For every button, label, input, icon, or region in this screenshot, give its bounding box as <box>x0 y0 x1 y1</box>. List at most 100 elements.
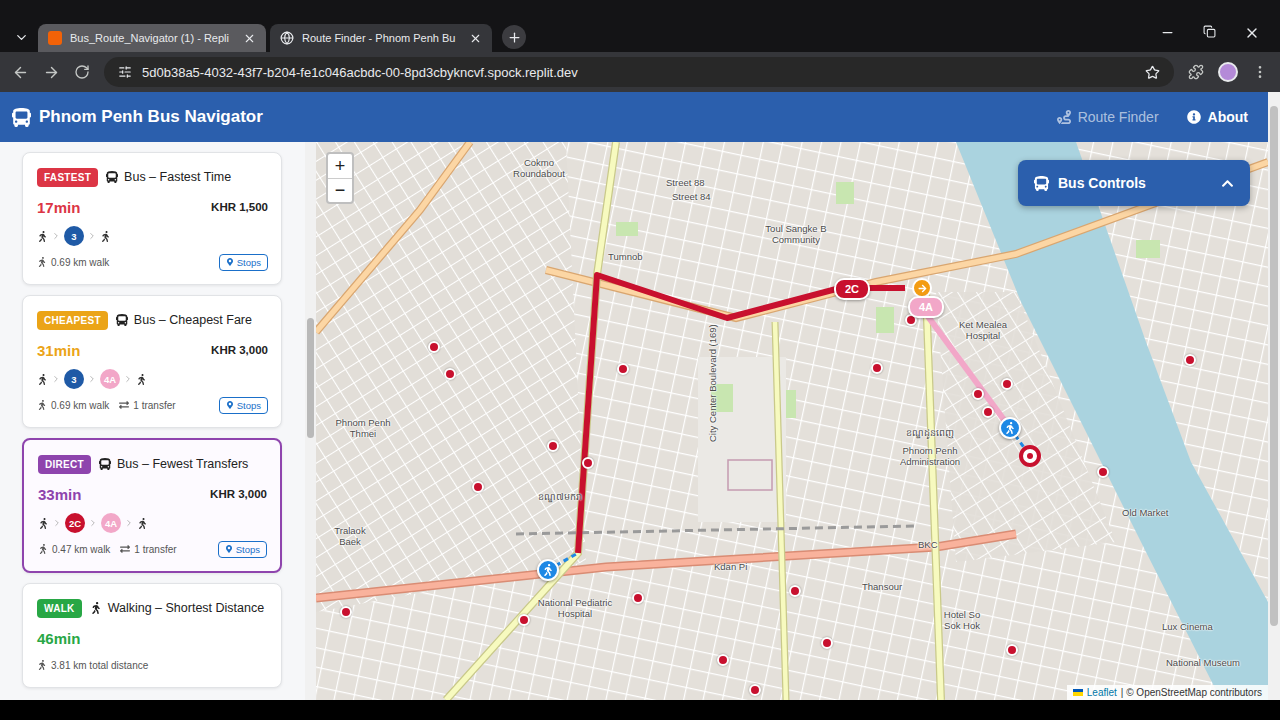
route-footer: 0.47 km walk1 transferStops <box>38 539 267 559</box>
map-attribution: Leaflet| © OpenStreetMap contributors <box>1067 685 1268 700</box>
route-title: Bus – Cheapest Fare <box>116 313 252 327</box>
bus-stop-marker[interactable] <box>632 592 644 604</box>
minimize-icon[interactable] <box>1160 25 1175 40</box>
browser-tab[interactable]: Bus_Route_Navigator (1) - Repli <box>38 24 266 52</box>
bus-stop-marker[interactable] <box>972 388 984 400</box>
tab-close-button[interactable] <box>469 32 482 45</box>
route-card[interactable]: CHEAPESTBus – Cheapest Fare31minKHR 3,00… <box>22 295 282 428</box>
walking-icon <box>38 518 49 529</box>
chevron-right-icon <box>87 374 97 384</box>
transfer-icon <box>120 544 130 554</box>
bus-controls-panel[interactable]: Bus Controls <box>1018 160 1250 206</box>
chevron-right-icon <box>51 374 61 384</box>
zoom-in-button[interactable]: + <box>328 154 352 178</box>
route-line-tag[interactable]: 4A <box>908 296 944 318</box>
map[interactable]: Cokmo RoundaboutStreet 88Street 84Toul S… <box>316 142 1268 700</box>
globe-icon <box>280 31 294 45</box>
bus-stop-marker[interactable] <box>518 614 530 626</box>
map-label: Tralaok Baek <box>324 526 376 548</box>
bus-line-badge: 3 <box>64 369 84 389</box>
bus-stop-marker[interactable] <box>1097 466 1109 478</box>
bus-stop-marker[interactable] <box>871 362 883 374</box>
route-card[interactable]: FASTESTBus – Fastest Time17minKHR 1,5003… <box>22 152 282 285</box>
zoom-out-button[interactable]: − <box>328 178 352 202</box>
route-card-header: DIRECTBus – Fewest Transfers <box>38 453 267 475</box>
new-tab-button[interactable] <box>502 25 526 49</box>
site-info-icon[interactable] <box>118 65 132 79</box>
scrollbar-thumb[interactable] <box>1270 106 1278 626</box>
start-walk-marker[interactable] <box>537 559 559 581</box>
destination-marker[interactable] <box>1019 445 1041 467</box>
tab-close-button[interactable] <box>243 32 256 45</box>
bus-stop-marker[interactable] <box>472 481 484 493</box>
bus-stop-marker[interactable] <box>982 406 994 418</box>
map-label: Lux Cinema <box>1162 622 1213 633</box>
stops-button[interactable]: Stops <box>218 541 267 558</box>
route-legs: 3 <box>37 226 268 246</box>
bus-stop-marker[interactable] <box>717 654 729 666</box>
walk-distance: 0.69 km walk <box>37 400 109 411</box>
app-nav: Route Finder About <box>1057 109 1248 125</box>
route-badge: CHEAPEST <box>37 311 108 330</box>
walking-icon <box>37 374 48 385</box>
scrollbar-thumb[interactable] <box>307 318 314 438</box>
bus-line-badge: 4A <box>101 513 121 533</box>
collapse-button[interactable] <box>1221 177 1234 190</box>
chevron-right-icon <box>124 518 134 528</box>
bus-stop-marker[interactable] <box>340 606 352 618</box>
bus-line-badge: 4A <box>100 369 120 389</box>
zoom-control: +− <box>326 152 354 204</box>
bus-stop-marker[interactable] <box>444 368 456 380</box>
route-card-header: CHEAPEST Bus – Cheapest Fare <box>37 309 268 331</box>
map-pin-icon <box>226 258 234 266</box>
destination-dot <box>1027 453 1033 459</box>
bus-line-badge: 3 <box>64 226 84 246</box>
route-card[interactable]: DIRECTBus – Fewest Transfers33minKHR 3,0… <box>22 438 282 573</box>
bus-stop-marker[interactable] <box>547 440 559 452</box>
route-badge: DIRECT <box>38 455 91 474</box>
restore-icon[interactable] <box>1203 25 1216 38</box>
stops-button[interactable]: Stops <box>219 254 268 271</box>
nav-item[interactable]: About <box>1187 109 1248 125</box>
stops-button[interactable]: Stops <box>219 397 268 414</box>
transfer-marker[interactable] <box>912 278 932 298</box>
bus-stop-marker[interactable] <box>582 457 594 469</box>
map-label: Cokmo Roundabout <box>504 158 574 180</box>
route-card[interactable]: WALKWalking – Shortest Distance46min3.81… <box>22 583 282 688</box>
map-pin-icon <box>225 545 233 553</box>
app-title: Phnom Penh Bus Navigator <box>39 107 263 127</box>
extensions-puzzle-icon[interactable] <box>1188 64 1204 80</box>
bus-stop-marker[interactable] <box>1006 644 1018 656</box>
forward-icon[interactable] <box>43 64 60 81</box>
bus-icon <box>1034 176 1049 191</box>
browser-tab[interactable]: Route Finder - Phnom Penh Bu <box>270 24 492 52</box>
bookmark-star-icon[interactable] <box>1145 65 1160 80</box>
app-brand[interactable]: Phnom Penh Bus Navigator <box>12 107 263 127</box>
leaflet-link[interactable]: Leaflet <box>1087 687 1117 698</box>
transfer-count: 1 transfer <box>120 544 176 555</box>
map-label: National Pediatric Hospital <box>534 598 616 620</box>
tab-search-button[interactable] <box>8 24 34 50</box>
info-icon <box>1187 110 1201 124</box>
close-window-icon[interactable] <box>1244 25 1260 41</box>
back-icon[interactable] <box>12 64 29 81</box>
bus-stop-marker[interactable] <box>749 684 761 696</box>
bus-stop-marker[interactable] <box>1001 378 1013 390</box>
address-bar[interactable]: 5d0b38a5-4032-43f7-b204-fe1c046acbdc-00-… <box>104 57 1174 87</box>
map-label: City Center Boulevard (169) <box>708 324 719 442</box>
route-line-tag[interactable]: 2C <box>834 278 870 300</box>
reload-icon[interactable] <box>74 64 90 80</box>
end-walk-marker[interactable] <box>999 417 1021 439</box>
profile-avatar-icon[interactable] <box>1218 62 1238 82</box>
page-scrollbar[interactable] <box>1268 92 1280 700</box>
bus-stop-marker[interactable] <box>428 341 440 353</box>
bus-stop-marker[interactable] <box>821 637 833 649</box>
nav-item[interactable]: Route Finder <box>1057 109 1159 125</box>
menu-dots-icon[interactable] <box>1252 64 1268 80</box>
sidebar-scrollbar[interactable] <box>305 142 316 700</box>
bus-stop-marker[interactable] <box>617 363 629 375</box>
map-label: Street 88 <box>666 178 705 189</box>
walk-distance: 0.69 km walk <box>37 257 109 268</box>
bus-stop-marker[interactable] <box>789 585 801 597</box>
bus-stop-marker[interactable] <box>1184 354 1196 366</box>
